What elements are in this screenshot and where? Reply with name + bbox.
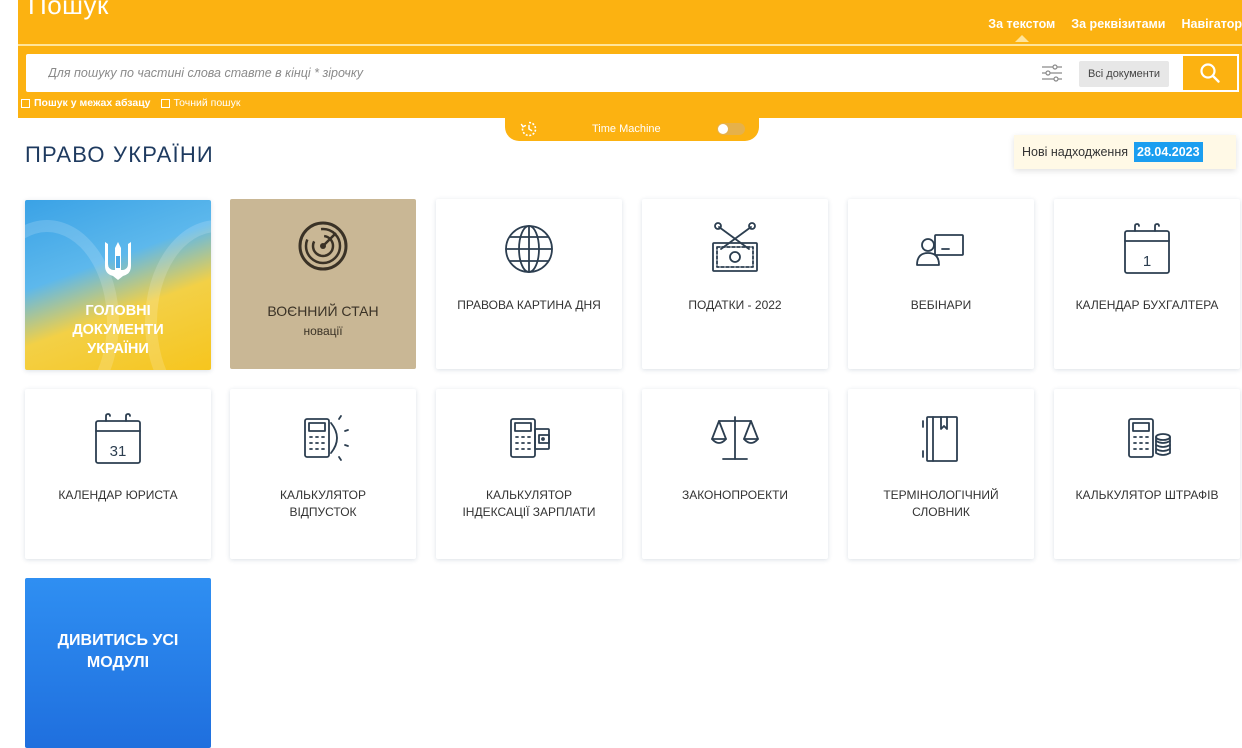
document-scope-select[interactable]: Всі документи — [1079, 61, 1169, 87]
search-mode-tabs: За текстом За реквізитами Навігатор — [972, 17, 1242, 42]
calculator-sun-icon — [304, 415, 349, 461]
tile-accountant-calendar[interactable]: 1 КАЛЕНДАР БУХГАЛТЕРА — [1054, 199, 1240, 369]
globe-icon — [505, 225, 553, 273]
calendar-day-text: 31 — [110, 443, 127, 460]
tile-bills[interactable]: ЗАКОНОПРОЕКТИ — [642, 389, 828, 559]
tile-label: ЗАКОНОПРОЕКТИ — [681, 488, 789, 502]
tile-martial-law[interactable]: ВОЄННИЙ СТАН новації — [230, 199, 416, 369]
tile-label-line: МОДУЛІ — [86, 654, 150, 671]
search-divider — [18, 44, 1242, 46]
tile-label-line: КАЛЬКУЛЯТОР — [279, 488, 367, 502]
search-icon — [1200, 63, 1220, 83]
tile-label-line: ВІДПУСТОК — [289, 505, 357, 519]
tab-by-text[interactable]: За текстом — [988, 17, 1055, 42]
time-machine-bar: Time Machine — [505, 117, 759, 141]
page-title: ПРАВО УКРАЇНИ — [25, 142, 214, 167]
tile-view-all-modules[interactable]: ДИВИТИСЬ УСІ МОДУЛІ — [25, 578, 211, 748]
tile-label-line: СЛОВНИК — [912, 505, 970, 519]
calendar-icon: 31 — [95, 413, 141, 464]
filter-sliders-icon[interactable] — [1041, 63, 1063, 83]
tile-title: ВОЄННИЙ СТАН — [267, 303, 379, 319]
tile-label: КАЛЕНДАР БУХГАЛТЕРА — [1075, 298, 1219, 312]
tile-label: ВЕБІНАРИ — [910, 298, 972, 312]
checkbox-box — [160, 98, 170, 108]
search-options: Пошук у межах абзацу Точний пошук — [21, 97, 240, 109]
search-panel: Пошук За текстом За реквізитами Навігато… — [18, 0, 1242, 118]
calculator-wallet-icon — [510, 418, 550, 458]
bookmarked-book-icon — [922, 416, 958, 462]
tile-lawyer-calendar[interactable]: 31 КАЛЕНДАР ЮРИСТА — [25, 389, 211, 559]
calendar-day-text: 1 — [1143, 253, 1151, 270]
tab-navigator[interactable]: Навігатор — [1181, 17, 1242, 31]
tile-glossary[interactable]: ТЕРМІНОЛОГІЧНИЙ СЛОВНИК — [848, 389, 1034, 559]
new-arrivals-label: Нові надходження — [1022, 145, 1128, 159]
radar-target-icon — [298, 221, 348, 271]
paragraph-search-checkbox[interactable]: Пошук у межах абзацу — [21, 97, 151, 109]
paragraph-search-label: Пошук у межах абзацу — [34, 97, 151, 109]
tile-label: ПОДАТКИ - 2022 — [688, 298, 782, 312]
time-machine-label: Time Machine — [592, 123, 661, 135]
tile-label-line: ТЕРМІНОЛОГІЧНИЙ — [883, 488, 999, 502]
tile-legal-picture[interactable]: ПРАВОВА КАРТИНА ДНЯ — [436, 199, 622, 369]
tile-subtitle: новації — [303, 324, 343, 338]
new-arrivals-link[interactable]: Нові надходження 28.04.2023 — [1014, 135, 1236, 169]
tile-vacation-calculator[interactable]: КАЛЬКУЛЯТОР ВІДПУСТОК — [230, 389, 416, 559]
trident-coat-of-arms-icon — [105, 242, 131, 280]
time-machine-toggle[interactable] — [717, 123, 745, 135]
tile-label-line: КАЛЬКУЛЯТОР — [485, 488, 573, 502]
tile-salary-indexation-calculator[interactable]: КАЛЬКУЛЯТОР ІНДЕКСАЦІЇ ЗАРПЛАТИ — [436, 389, 622, 559]
tile-label: КАЛЕНДАР ЮРИСТА — [58, 488, 178, 502]
tile-label-line: ДИВИТИСЬ УСІ — [57, 632, 179, 649]
money-scissors-icon — [712, 222, 758, 272]
tile-webinars[interactable]: ВЕБІНАРИ — [848, 199, 1034, 369]
exact-search-label: Точний пошук — [173, 97, 241, 109]
new-arrivals-date: 28.04.2023 — [1134, 142, 1203, 162]
tab-by-requisites[interactable]: За реквізитами — [1071, 17, 1165, 31]
search-button[interactable] — [1181, 54, 1239, 92]
calculator-coins-icon — [1128, 418, 1171, 458]
checkbox-box — [21, 98, 30, 108]
time-machine-icon — [520, 121, 537, 137]
tile-fines-calculator[interactable]: КАЛЬКУЛЯТОР ШТРАФІВ — [1054, 389, 1240, 559]
search-input[interactable] — [26, 54, 1006, 92]
tile-label-line: УКРАЇНИ — [87, 341, 149, 357]
scales-of-justice-icon — [711, 416, 759, 460]
calendar-icon: 1 — [1124, 223, 1170, 274]
tile-taxes[interactable]: ПОДАТКИ - 2022 — [642, 199, 828, 369]
search-title: Пошук — [28, 0, 109, 20]
tile-label-line: ГОЛОВНІ — [85, 303, 151, 319]
tile-main-documents[interactable]: ГОЛОВНІ ДОКУМЕНТИ УКРАЇНИ — [25, 200, 211, 370]
exact-search-checkbox[interactable]: Точний пошук — [160, 97, 241, 109]
search-box: Всі документи — [26, 54, 1239, 92]
toggle-knob — [718, 124, 728, 134]
tile-label: КАЛЬКУЛЯТОР ШТРАФІВ — [1075, 488, 1219, 502]
tile-label: ПРАВОВА КАРТИНА ДНЯ — [457, 298, 601, 312]
presenter-board-icon — [916, 234, 964, 266]
tile-label-line: ІНДЕКСАЦІЇ ЗАРПЛАТИ — [462, 505, 596, 519]
tile-label-line: ДОКУМЕНТИ — [72, 322, 164, 338]
